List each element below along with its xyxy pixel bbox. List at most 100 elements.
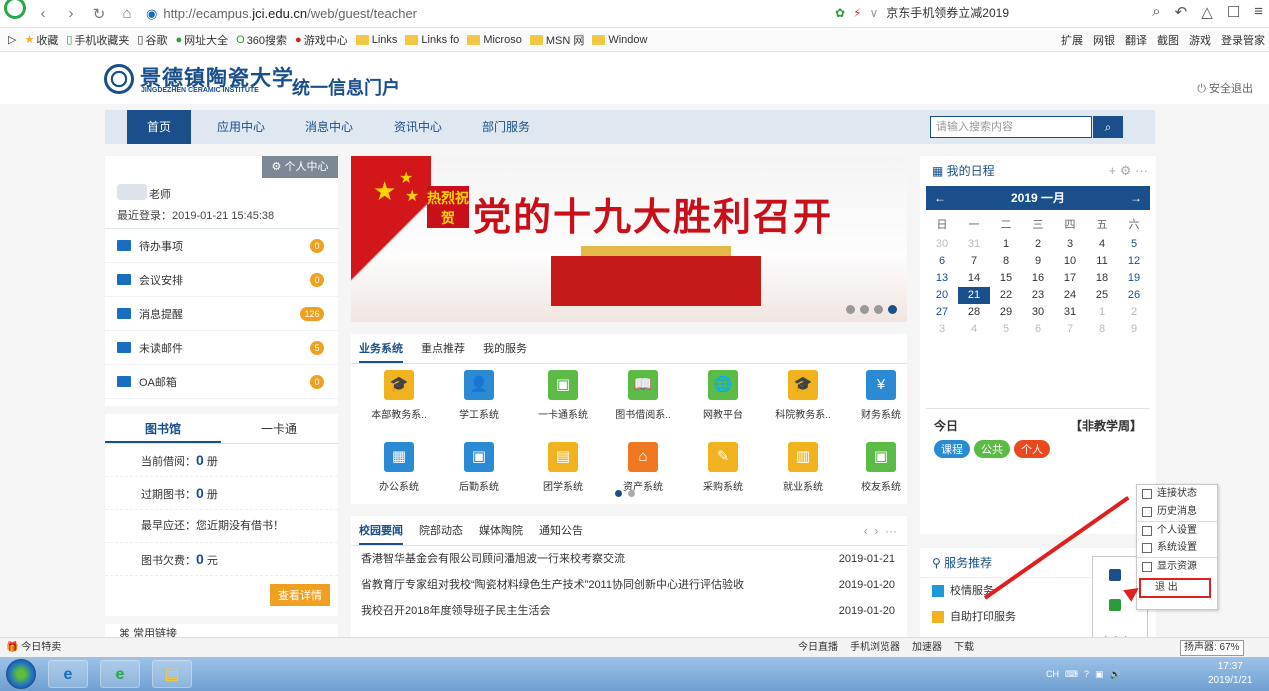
minimize-icon[interactable]: ☐	[1227, 3, 1240, 21]
personal-center-button[interactable]: ⚙ 个人中心	[262, 156, 338, 178]
calendar-day[interactable]: 1	[990, 236, 1022, 253]
calendar-day[interactable]: 28	[958, 304, 990, 321]
news-nav[interactable]: ‹ › ···	[864, 516, 897, 546]
bookmark-games[interactable]: ● 游戏中心	[295, 32, 348, 48]
service-item[interactable]: ▣ 一卡通系统	[523, 370, 603, 421]
pager-dot[interactable]	[615, 490, 622, 497]
tool-screenshot[interactable]: 截图	[1157, 32, 1179, 48]
calendar-day[interactable]: 12	[1118, 253, 1150, 270]
status-accelerator[interactable]: 加速器	[912, 638, 942, 658]
clock[interactable]: 17:37 2019/1/21	[1208, 660, 1253, 688]
service-item[interactable]: ▣ 后勤系统	[439, 442, 519, 493]
menu-oa-mail[interactable]: OA邮箱 0	[105, 365, 338, 399]
undo-icon[interactable]: ↶	[1175, 3, 1188, 21]
menu-todo[interactable]: 待办事项 0	[105, 229, 338, 263]
calendar-day[interactable]: 27	[926, 304, 958, 321]
calendar-day[interactable]: 20	[926, 287, 958, 304]
calendar-day[interactable]: 17	[1054, 270, 1086, 287]
forward-icon[interactable]: ›	[60, 5, 82, 22]
menu-connection-status[interactable]: 连接状态	[1137, 485, 1217, 503]
calendar-day[interactable]: 5	[1118, 236, 1150, 253]
address-bar[interactable]: ◉ http://ecampus. jci.edu.cn/web/guest/te…	[146, 6, 666, 22]
lightning-icon[interactable]: ⚡	[853, 6, 861, 20]
status-mobile[interactable]: 手机浏览器	[850, 638, 900, 658]
bookmark-links[interactable]: Links	[355, 34, 397, 46]
common-links[interactable]: ⌘ 常用链接	[105, 624, 338, 637]
menu-system-settings[interactable]: 系统设置	[1137, 539, 1217, 557]
calendar-day[interactable]: 31	[1054, 304, 1086, 321]
view-details-button[interactable]: 查看详情	[270, 584, 330, 606]
carousel-dot[interactable]	[860, 305, 869, 314]
banner-carousel[interactable]: ★ ★ ★ 热烈祝贺 党的十九大胜利召开	[351, 156, 907, 322]
calendar-day[interactable]: 15	[990, 270, 1022, 287]
carousel-dot[interactable]	[846, 305, 855, 314]
service-item[interactable]: 🌐 网教平台	[683, 370, 763, 421]
refresh-icon[interactable]: ↻	[88, 5, 110, 23]
service-item[interactable]: ▦ 办公系统	[359, 442, 439, 493]
tab-recommended[interactable]: 重点推荐	[421, 334, 465, 363]
event-chip[interactable]: 课程	[934, 440, 970, 458]
tab-library[interactable]: 图书馆	[105, 414, 221, 443]
browser-360-icon[interactable]: e	[100, 660, 140, 688]
calendar-day[interactable]: 7	[1054, 321, 1086, 338]
menu-show-resources[interactable]: 显示资源	[1137, 557, 1217, 575]
calendar-day[interactable]: 3	[926, 321, 958, 338]
bookmark-360[interactable]: O 360搜索	[236, 32, 287, 48]
nav-news-center[interactable]: 资讯中心	[390, 110, 446, 144]
news-item[interactable]: 香港智华基金会有限公司顾问潘旭波一行来校考察交流 2019-01-21	[351, 546, 907, 572]
calendar-day[interactable]: 24	[1054, 287, 1086, 304]
menu-exit[interactable]: 退 出	[1139, 578, 1211, 598]
dropdown-icon[interactable]: ∨	[870, 6, 879, 20]
service-item[interactable]: 👤 学工系统	[439, 370, 519, 421]
menu-history[interactable]: 历史消息	[1137, 503, 1217, 521]
bookmark-microsoft[interactable]: Microso	[467, 34, 522, 46]
calendar-day[interactable]: 9	[1022, 253, 1054, 270]
bluetooth-icon[interactable]	[1109, 569, 1121, 581]
tray-app-icon[interactable]	[1109, 599, 1121, 611]
calendar-day[interactable]: 30	[926, 236, 958, 253]
service-item[interactable]: ✎ 采购系统	[683, 442, 763, 493]
calendar-day[interactable]: 5	[990, 321, 1022, 338]
home-icon[interactable]: ⌂	[116, 5, 138, 22]
search-icon[interactable]: ⌕	[1152, 3, 1160, 21]
calendar-day[interactable]: 14	[958, 270, 990, 287]
service-item[interactable]: ▥ 就业系统	[763, 442, 843, 493]
calendar-day[interactable]: 4	[1086, 236, 1118, 253]
calendar-day[interactable]: 10	[1054, 253, 1086, 270]
tool-bank[interactable]: 网银	[1093, 32, 1115, 48]
service-item[interactable]: ⌂ 资产系统	[603, 442, 683, 493]
calendar-tools[interactable]: + ⚙ ···	[1109, 156, 1148, 186]
search-input[interactable]: 请输入搜索内容	[930, 116, 1092, 138]
tab-campus-news[interactable]: 校园要闻	[359, 516, 403, 545]
news-item[interactable]: 省教育厅专家组对我校“陶瓷材料绿色生产技术”2011协同创新中心进行评估验收 20…	[351, 572, 907, 598]
bookmark-msn[interactable]: MSN 网	[529, 32, 584, 48]
status-download[interactable]: 下载	[954, 638, 974, 658]
calendar-day[interactable]: 8	[1086, 321, 1118, 338]
calendar-day[interactable]: 21	[958, 287, 990, 304]
safe-logout-link[interactable]: ⏻ 安全退出	[1197, 80, 1253, 96]
menu-meeting[interactable]: 会议安排 0	[105, 263, 338, 297]
menu-messages[interactable]: 消息提醒 126	[105, 297, 338, 331]
calendar-day[interactable]: 4	[958, 321, 990, 338]
tab-media[interactable]: 媒体陶院	[479, 516, 523, 545]
service-item[interactable]: 🎓 科院教务系..	[763, 370, 843, 421]
menu-icon[interactable]: ≡	[1254, 3, 1263, 21]
calendar-day[interactable]: 7	[958, 253, 990, 270]
tab-card[interactable]: 一卡通	[221, 414, 337, 443]
service-item[interactable]: 🎓 本部教务系..	[359, 370, 439, 421]
calendar-day[interactable]: 11	[1086, 253, 1118, 270]
status-live[interactable]: 今日直播	[798, 638, 838, 658]
calendar-day[interactable]: 6	[1022, 321, 1054, 338]
extension-icon[interactable]: ✿	[835, 6, 845, 20]
nav-dept-service[interactable]: 部门服务	[478, 110, 534, 144]
start-button[interactable]	[6, 659, 36, 689]
tool-games[interactable]: 游戏	[1189, 32, 1211, 48]
sidebar-toggle-icon[interactable]: ▷	[8, 33, 16, 46]
calendar-day[interactable]: 25	[1086, 287, 1118, 304]
bookmark-links-fo[interactable]: Links fo	[405, 34, 459, 46]
back-icon[interactable]: ‹	[32, 5, 54, 22]
calendar-day[interactable]: 2	[1118, 304, 1150, 321]
ad-text[interactable]: 京东手机领券立减2019	[886, 4, 1009, 21]
calendar-day[interactable]: 22	[990, 287, 1022, 304]
calendar-day[interactable]: 2	[1022, 236, 1054, 253]
